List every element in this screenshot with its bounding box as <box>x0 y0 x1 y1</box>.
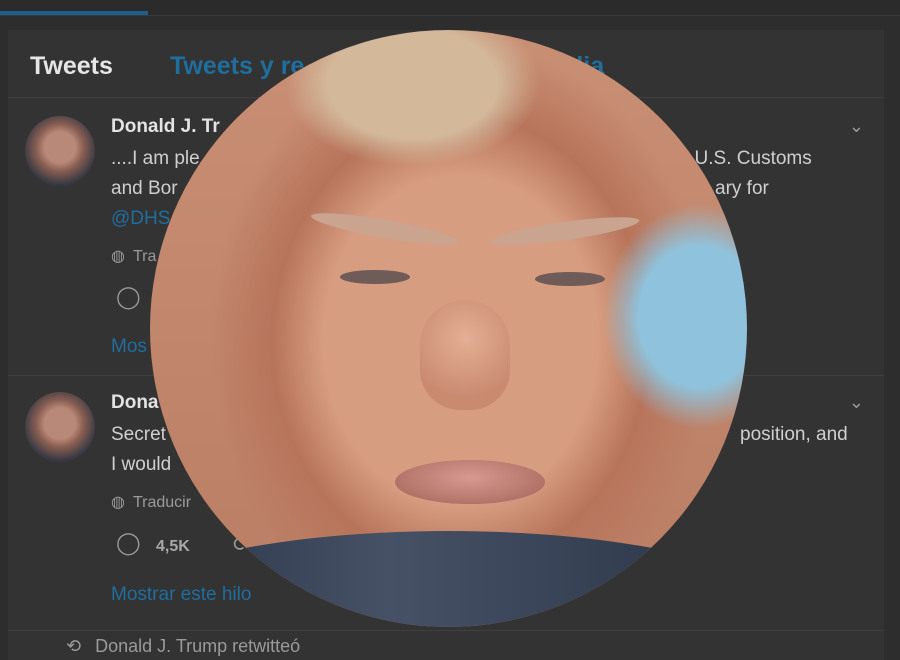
tweet-text-line-1-left: ....I am ple <box>111 148 200 169</box>
tweet-text-line-2-right: ary for <box>715 178 769 199</box>
retweet-icon: ⟲ <box>66 636 82 656</box>
retweeted-context: ⟲ Donald J. Trump retwitteó <box>66 636 300 657</box>
translate-label: Tra <box>132 248 157 265</box>
globe-icon: ◍ <box>111 248 125 265</box>
tweet-text-line-1-right: t U.S. Customs <box>684 148 812 169</box>
tweet-text-line-1-left: Secret <box>111 424 166 445</box>
active-tab-underline <box>0 11 148 15</box>
avatar[interactable] <box>25 116 95 186</box>
tweet-text-line-1-right: position, and <box>740 424 848 445</box>
retweeted-text: Donald J. Trump retwitteó <box>95 636 301 656</box>
top-navigation-bar <box>0 0 900 16</box>
chevron-down-icon[interactable]: ⌄ <box>849 116 864 137</box>
tab-tweets-and-replies[interactable]: Tweets y re <box>170 52 304 81</box>
jacket <box>150 531 747 627</box>
avatar[interactable] <box>25 392 95 462</box>
globe-icon: ◍ <box>111 494 125 511</box>
show-thread-link[interactable]: Mos <box>111 336 147 358</box>
translate-link[interactable]: ◍ Traducir <box>111 492 191 512</box>
circular-portrait-image <box>150 30 747 627</box>
left-eyebrow <box>309 207 461 251</box>
mouth <box>395 460 545 504</box>
tweet-author[interactable]: Donald J. Tr <box>111 116 220 138</box>
left-eye <box>340 270 410 284</box>
nose <box>420 300 510 410</box>
tweet-text-line-2-left: I would <box>111 454 172 475</box>
translate-label: Traducir <box>132 494 192 511</box>
mention-link[interactable]: @DHS <box>111 208 170 230</box>
tweet-author[interactable]: Dona <box>111 392 159 414</box>
tab-tweets[interactable]: Tweets <box>30 52 113 81</box>
right-eye <box>535 272 605 286</box>
translate-link[interactable]: ◍ Tra <box>111 246 156 266</box>
tweet-text-line-2-left: and Bor <box>111 178 178 199</box>
reply-icon[interactable]: ◯ <box>116 284 141 310</box>
right-eyebrow <box>489 211 641 251</box>
reply-count: 4,5K <box>156 538 190 555</box>
reply-icon[interactable]: ◯ <box>116 530 141 556</box>
chevron-down-icon[interactable]: ⌄ <box>849 392 864 413</box>
